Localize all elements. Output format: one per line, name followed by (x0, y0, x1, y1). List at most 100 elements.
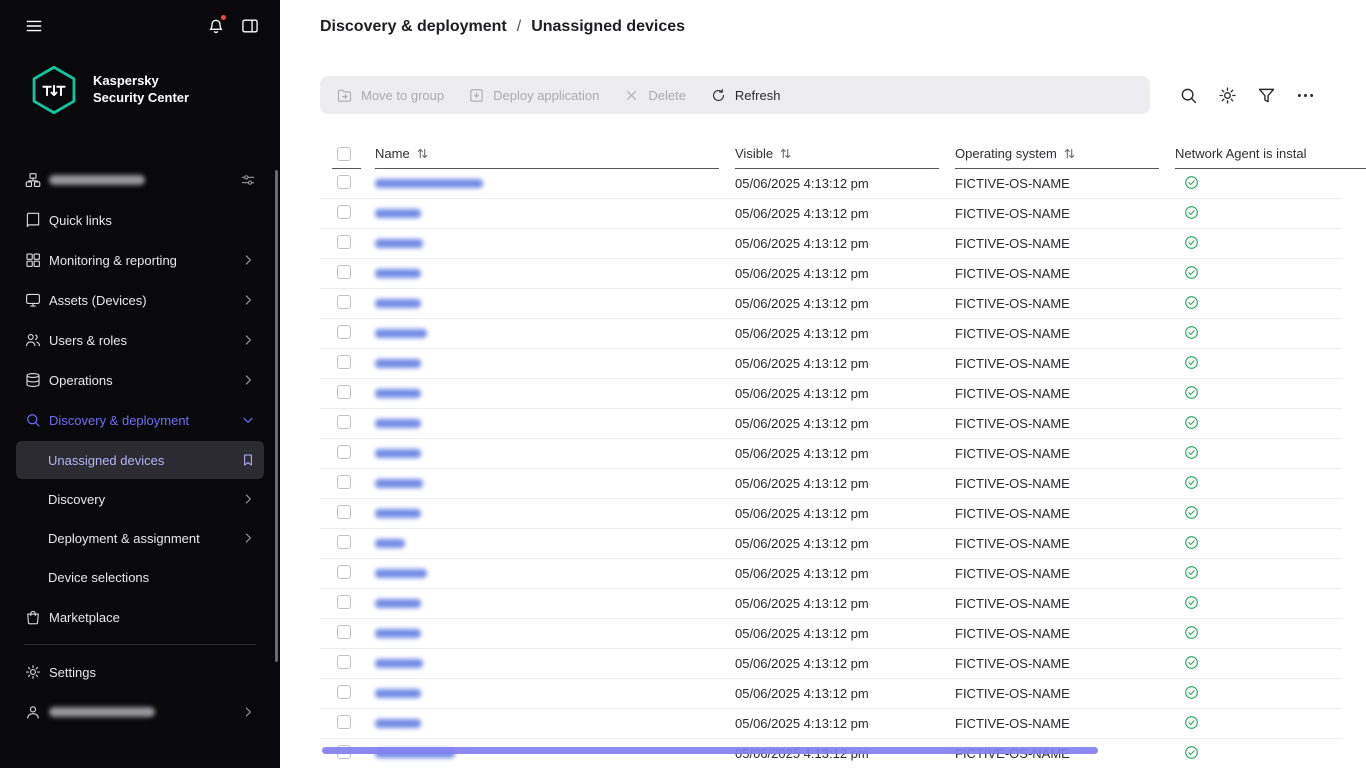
move-to-group-button[interactable]: Move to group (324, 76, 456, 114)
device-name-link-redacted[interactable] (375, 719, 421, 728)
refresh-button[interactable]: Refresh (698, 76, 793, 114)
device-name-link-redacted[interactable] (375, 569, 427, 578)
side-panel-toggle-button[interactable] (240, 16, 260, 36)
table-row[interactable]: 05/06/2025 4:13:12 pm FICTIVE-OS-NAME (320, 619, 1342, 649)
sidebar-item-server[interactable] (16, 160, 264, 200)
table-row[interactable]: 05/06/2025 4:13:12 pm FICTIVE-OS-NAME (320, 289, 1342, 319)
device-name-link-redacted[interactable] (375, 509, 421, 518)
row-checkbox[interactable] (337, 235, 351, 249)
device-name-link-redacted[interactable] (375, 329, 427, 338)
column-settings-button[interactable] (1217, 85, 1238, 106)
device-name-link-redacted[interactable] (375, 479, 423, 488)
deploy-application-button[interactable]: Deploy application (456, 76, 611, 114)
table-row[interactable]: 05/06/2025 4:13:12 pm FICTIVE-OS-NAME (320, 439, 1342, 469)
table-row[interactable]: 05/06/2025 4:13:12 pm FICTIVE-OS-NAME (320, 229, 1342, 259)
row-name-cell (375, 656, 735, 671)
row-checkbox[interactable] (337, 625, 351, 639)
sidebar-item-device-selections[interactable]: Device selections (16, 558, 264, 596)
row-checkbox[interactable] (337, 385, 351, 399)
device-name-link-redacted[interactable] (375, 689, 421, 698)
bookmark-icon[interactable] (240, 452, 256, 468)
column-header-name[interactable]: Name (375, 138, 735, 169)
table-row[interactable]: 05/06/2025 4:13:12 pm FICTIVE-OS-NAME (320, 679, 1342, 709)
device-name-link-redacted[interactable] (375, 179, 483, 188)
row-checkbox[interactable] (337, 265, 351, 279)
column-header-operating-system[interactable]: Operating system (955, 138, 1175, 169)
sidebar-item-unassigned-devices[interactable]: Unassigned devices (16, 441, 264, 479)
table-row[interactable]: 05/06/2025 4:13:12 pm FICTIVE-OS-NAME (320, 409, 1342, 439)
device-name-link-redacted[interactable] (375, 299, 421, 308)
device-name-link-redacted[interactable] (375, 419, 421, 428)
table-row[interactable]: 05/06/2025 4:13:12 pm FICTIVE-OS-NAME (320, 559, 1342, 589)
sidebar-item-settings[interactable]: Settings (16, 652, 264, 692)
column-header-visible[interactable]: Visible (735, 138, 955, 169)
sidebar-item-deployment-assignment[interactable]: Deployment & assignment (16, 519, 264, 557)
agent-installed-check-icon (1183, 744, 1200, 761)
notifications-button[interactable] (206, 16, 226, 36)
device-name-link-redacted[interactable] (375, 239, 423, 248)
row-checkbox[interactable] (337, 475, 351, 489)
row-checkbox[interactable] (337, 205, 351, 219)
row-checkbox[interactable] (337, 535, 351, 549)
device-name-link-redacted[interactable] (375, 209, 421, 218)
breadcrumb-parent[interactable]: Discovery & deployment (320, 18, 507, 36)
sort-icon[interactable] (1063, 147, 1076, 160)
table-row[interactable]: 05/06/2025 4:13:12 pm FICTIVE-OS-NAME (320, 319, 1342, 349)
sidebar-item-assets-devices[interactable]: Assets (Devices) (16, 280, 264, 320)
device-name-link-redacted[interactable] (375, 269, 421, 278)
table-row[interactable]: 05/06/2025 4:13:12 pm FICTIVE-OS-NAME (320, 169, 1342, 199)
row-checkbox[interactable] (337, 355, 351, 369)
device-name-link-redacted[interactable] (375, 539, 405, 548)
filter-button[interactable] (1256, 85, 1277, 106)
select-all-checkbox[interactable] (337, 147, 351, 161)
device-name-link-redacted[interactable] (375, 629, 421, 638)
table-row[interactable]: 05/06/2025 4:13:12 pm FICTIVE-OS-NAME (320, 709, 1342, 739)
more-options-button[interactable] (1295, 85, 1316, 106)
server-properties-icon[interactable] (240, 172, 256, 188)
device-name-link-redacted[interactable] (375, 359, 421, 368)
row-checkbox[interactable] (337, 325, 351, 339)
table-row[interactable]: 05/06/2025 4:13:12 pm FICTIVE-OS-NAME (320, 499, 1342, 529)
sidebar-item-monitoring-reporting[interactable]: Monitoring & reporting (16, 240, 264, 280)
menu-toggle-button[interactable] (24, 16, 44, 36)
sidebar-scrollbar[interactable] (275, 170, 278, 662)
row-checkbox[interactable] (337, 655, 351, 669)
table-row[interactable]: 05/06/2025 4:13:12 pm FICTIVE-OS-NAME (320, 649, 1342, 679)
table-row[interactable]: 05/06/2025 4:13:12 pm FICTIVE-OS-NAME (320, 199, 1342, 229)
row-checkbox[interactable] (337, 715, 351, 729)
table-row[interactable]: 05/06/2025 4:13:12 pm FICTIVE-OS-NAME (320, 349, 1342, 379)
row-checkbox-cell (320, 175, 375, 192)
device-name-link-redacted[interactable] (375, 449, 421, 458)
table-row[interactable]: 05/06/2025 4:13:12 pm FICTIVE-OS-NAME (320, 469, 1342, 499)
table-row[interactable]: 05/06/2025 4:13:12 pm FICTIVE-OS-NAME (320, 379, 1342, 409)
row-checkbox[interactable] (337, 505, 351, 519)
delete-button[interactable]: Delete (611, 76, 698, 114)
row-checkbox[interactable] (337, 295, 351, 309)
sidebar-item-marketplace[interactable]: Marketplace (16, 597, 264, 637)
sort-icon[interactable] (779, 147, 792, 160)
column-header-network-agent[interactable]: Network Agent is instal (1175, 138, 1342, 169)
row-checkbox[interactable] (337, 175, 351, 189)
table-row[interactable]: 05/06/2025 4:13:12 pm FICTIVE-OS-NAME (320, 529, 1342, 559)
sort-icon[interactable] (416, 147, 429, 160)
breadcrumb-separator: / (517, 18, 521, 36)
device-name-link-redacted[interactable] (375, 389, 421, 398)
sidebar-item-user-account[interactable] (16, 692, 264, 732)
row-checkbox[interactable] (337, 595, 351, 609)
chevron-down-icon (240, 412, 256, 428)
search-button[interactable] (1178, 85, 1199, 106)
sidebar-item-quick-links[interactable]: Quick links (16, 200, 264, 240)
device-name-link-redacted[interactable] (375, 659, 423, 668)
device-name-link-redacted[interactable] (375, 599, 421, 608)
sidebar-item-users-roles[interactable]: Users & roles (16, 320, 264, 360)
sidebar-item-discovery[interactable]: Discovery (16, 480, 264, 518)
sidebar-item-discovery-deployment[interactable]: Discovery & deployment (16, 400, 264, 440)
table-row[interactable]: 05/06/2025 4:13:12 pm FICTIVE-OS-NAME (320, 589, 1342, 619)
horizontal-scrollbar-thumb[interactable] (322, 747, 1098, 754)
row-checkbox[interactable] (337, 565, 351, 579)
sidebar-item-operations[interactable]: Operations (16, 360, 264, 400)
table-row[interactable]: 05/06/2025 4:13:12 pm FICTIVE-OS-NAME (320, 259, 1342, 289)
row-checkbox[interactable] (337, 685, 351, 699)
row-checkbox[interactable] (337, 415, 351, 429)
row-checkbox[interactable] (337, 445, 351, 459)
